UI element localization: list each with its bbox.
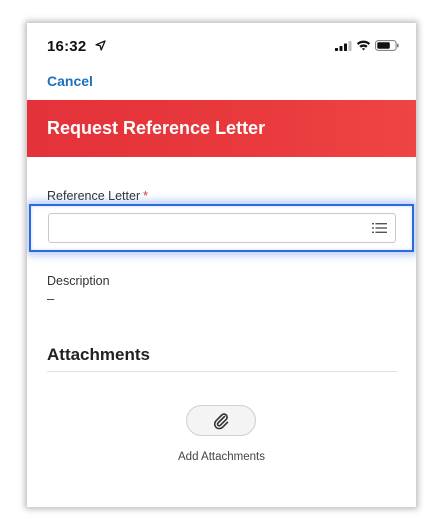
status-time: 16:32	[47, 38, 87, 55]
reference-letter-select[interactable]	[48, 213, 396, 243]
wifi-icon	[356, 40, 371, 51]
screenshot-stage: 16:32 Cancel Request Reference Letter Re…	[0, 0, 448, 529]
page-title: Request Reference Letter	[47, 118, 266, 138]
phone-screen: 16:32 Cancel Request Reference Letter Re…	[27, 23, 416, 507]
status-bar: 16:32	[27, 23, 416, 65]
reference-letter-focus-ring	[29, 204, 414, 252]
add-attachment-button[interactable]	[186, 405, 256, 436]
cancel-button[interactable]: Cancel	[47, 73, 93, 89]
description-label: Description	[47, 274, 110, 288]
paperclip-icon	[213, 413, 229, 430]
signal-icon	[335, 41, 352, 51]
page-header: Request Reference Letter	[27, 100, 416, 157]
attachments-divider	[47, 371, 397, 372]
required-mark: *	[143, 189, 148, 203]
location-arrow-icon	[95, 40, 106, 51]
description-value: –	[47, 291, 55, 306]
add-attachments-label[interactable]: Add Attachments	[27, 451, 416, 463]
attachments-title: Attachments	[47, 345, 150, 364]
battery-icon	[375, 40, 399, 51]
list-icon[interactable]	[372, 222, 387, 234]
reference-letter-label-text: Reference Letter	[47, 189, 141, 203]
reference-letter-label: Reference Letter *	[47, 189, 148, 203]
